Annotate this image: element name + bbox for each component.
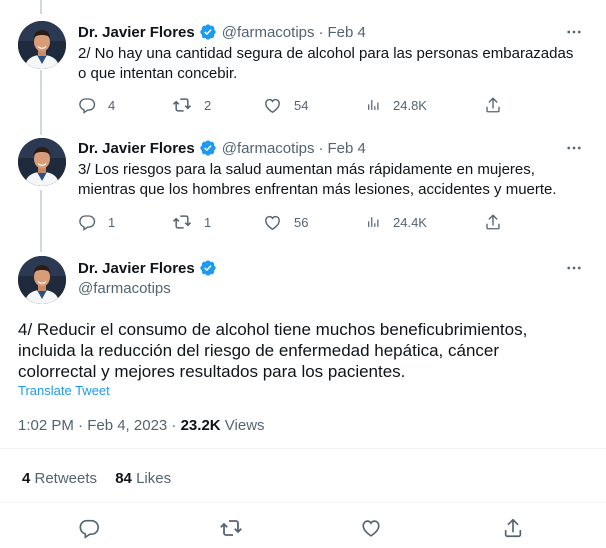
- tweet-text-line: 3/ Los riesgos para la salud aumentan má…: [78, 161, 535, 178]
- more-icon[interactable]: [561, 138, 587, 158]
- share-icon: [502, 517, 524, 539]
- retweets-stat[interactable]: 4 Retweets: [22, 470, 97, 487]
- share-button[interactable]: [484, 212, 502, 232]
- reply-count: 1: [108, 214, 116, 230]
- views-icon: [365, 214, 381, 230]
- author-handle[interactable]: @farmacotips: [222, 24, 315, 41]
- tweet-date[interactable]: Feb 4: [328, 24, 366, 41]
- tweet-text: 3/ Los riesgos para la salud aumentan má…: [78, 160, 593, 200]
- main-tweet-actions: [0, 518, 606, 538]
- reply-button[interactable]: 4: [78, 95, 115, 115]
- retweet-icon: [172, 95, 192, 115]
- tweet-header: Dr. Javier Flores @farmacotips · Feb 4: [78, 138, 366, 158]
- verified-badge-icon: [199, 259, 217, 277]
- share-icon: [484, 96, 502, 114]
- translate-tweet-link[interactable]: Translate Tweet: [18, 383, 110, 398]
- like-button[interactable]: 54: [263, 95, 308, 115]
- like-icon: [263, 213, 282, 232]
- tweet-actions: 4 2 54 24.8K: [0, 95, 606, 115]
- retweet-button[interactable]: 1: [172, 212, 211, 232]
- tweet-text-line: mientras que los hombres enfrentan más l…: [78, 181, 557, 198]
- verified-badge-icon: [199, 139, 217, 157]
- author-name[interactable]: Dr. Javier Flores: [78, 140, 195, 157]
- author-handle[interactable]: @farmacotips: [222, 140, 315, 157]
- divider: [0, 502, 606, 503]
- views-button[interactable]: 24.4K: [365, 212, 427, 232]
- like-count: 54: [294, 97, 309, 113]
- avatar[interactable]: [18, 138, 66, 186]
- main-tweet: Dr. Javier Flores @farmacotips 4/ Reduci…: [0, 254, 606, 548]
- tweet-text: 4/ Reducir el consumo de alcohol tiene m…: [18, 319, 588, 382]
- reply-count: 4: [108, 97, 116, 113]
- more-icon[interactable]: [561, 258, 587, 278]
- views-button[interactable]: 24.8K: [365, 95, 427, 115]
- separator-dot: ·: [318, 139, 324, 157]
- share-button[interactable]: [484, 95, 502, 115]
- reply-button[interactable]: 1: [78, 212, 115, 232]
- views-count: 24.4K: [393, 214, 427, 230]
- thread-line-top: [40, 0, 42, 14]
- tweet-text-line: o que intentan concebir.: [78, 65, 238, 82]
- separator-dot: ·: [318, 23, 324, 41]
- reply-icon: [78, 96, 96, 114]
- engagement-stats: 4 Retweets 84 Likes: [22, 470, 171, 487]
- views-label: Views: [220, 417, 265, 434]
- divider: [0, 448, 606, 449]
- more-icon[interactable]: [561, 22, 587, 42]
- views-count: 24.8K: [393, 97, 427, 113]
- tweet-actions: 1 1 56 24.4K: [0, 212, 606, 232]
- retweet-icon: [172, 212, 192, 232]
- retweet-button[interactable]: 2: [172, 95, 211, 115]
- retweet-count: 2: [204, 97, 212, 113]
- tweet-text: 2/ No hay una cantidad segura de alcohol…: [78, 44, 593, 84]
- like-icon: [263, 96, 282, 115]
- like-icon: [360, 517, 382, 539]
- tweet-header: Dr. Javier Flores: [78, 258, 217, 278]
- tweet-text-line: incluida la reducción del riesgo de enfe…: [18, 341, 500, 360]
- tweet-text-line: colorrectal y mejores resultados para lo…: [18, 362, 406, 381]
- tweet-text-line: 2/ No hay una cantidad segura de alcohol…: [78, 45, 574, 62]
- avatar[interactable]: [18, 256, 66, 304]
- like-button[interactable]: 56: [263, 212, 308, 232]
- views-icon: [365, 97, 381, 113]
- like-button[interactable]: [360, 518, 382, 538]
- avatar[interactable]: [18, 21, 66, 69]
- author-name[interactable]: Dr. Javier Flores: [78, 24, 195, 41]
- reply-icon: [78, 517, 100, 539]
- author-name[interactable]: Dr. Javier Flores: [78, 260, 195, 277]
- tweet-timestamp[interactable]: 1:02 PM · Feb 4, 2023 ·: [18, 417, 181, 434]
- tweet-timestamp-row: 1:02 PM · Feb 4, 2023 · 23.2K Views: [18, 417, 265, 434]
- tweet-header: Dr. Javier Flores @farmacotips · Feb 4: [78, 22, 366, 42]
- share-icon: [484, 213, 502, 231]
- share-button[interactable]: [502, 518, 524, 538]
- views-count: 23.2K: [180, 417, 221, 434]
- tweet-text-line: 4/ Reducir el consumo de alcohol tiene m…: [18, 320, 528, 339]
- tweet-handle-row: @farmacotips: [78, 278, 171, 298]
- tweet-date[interactable]: Feb 4: [328, 140, 366, 157]
- reply-button[interactable]: [78, 518, 100, 538]
- retweet-count: 1: [204, 214, 212, 230]
- reply-icon: [78, 213, 96, 231]
- verified-badge-icon: [199, 23, 217, 41]
- retweet-button[interactable]: [219, 518, 243, 538]
- retweet-icon: [219, 516, 243, 540]
- author-handle[interactable]: @farmacotips: [78, 280, 171, 297]
- like-count: 56: [294, 214, 309, 230]
- likes-stat[interactable]: 84 Likes: [115, 470, 171, 487]
